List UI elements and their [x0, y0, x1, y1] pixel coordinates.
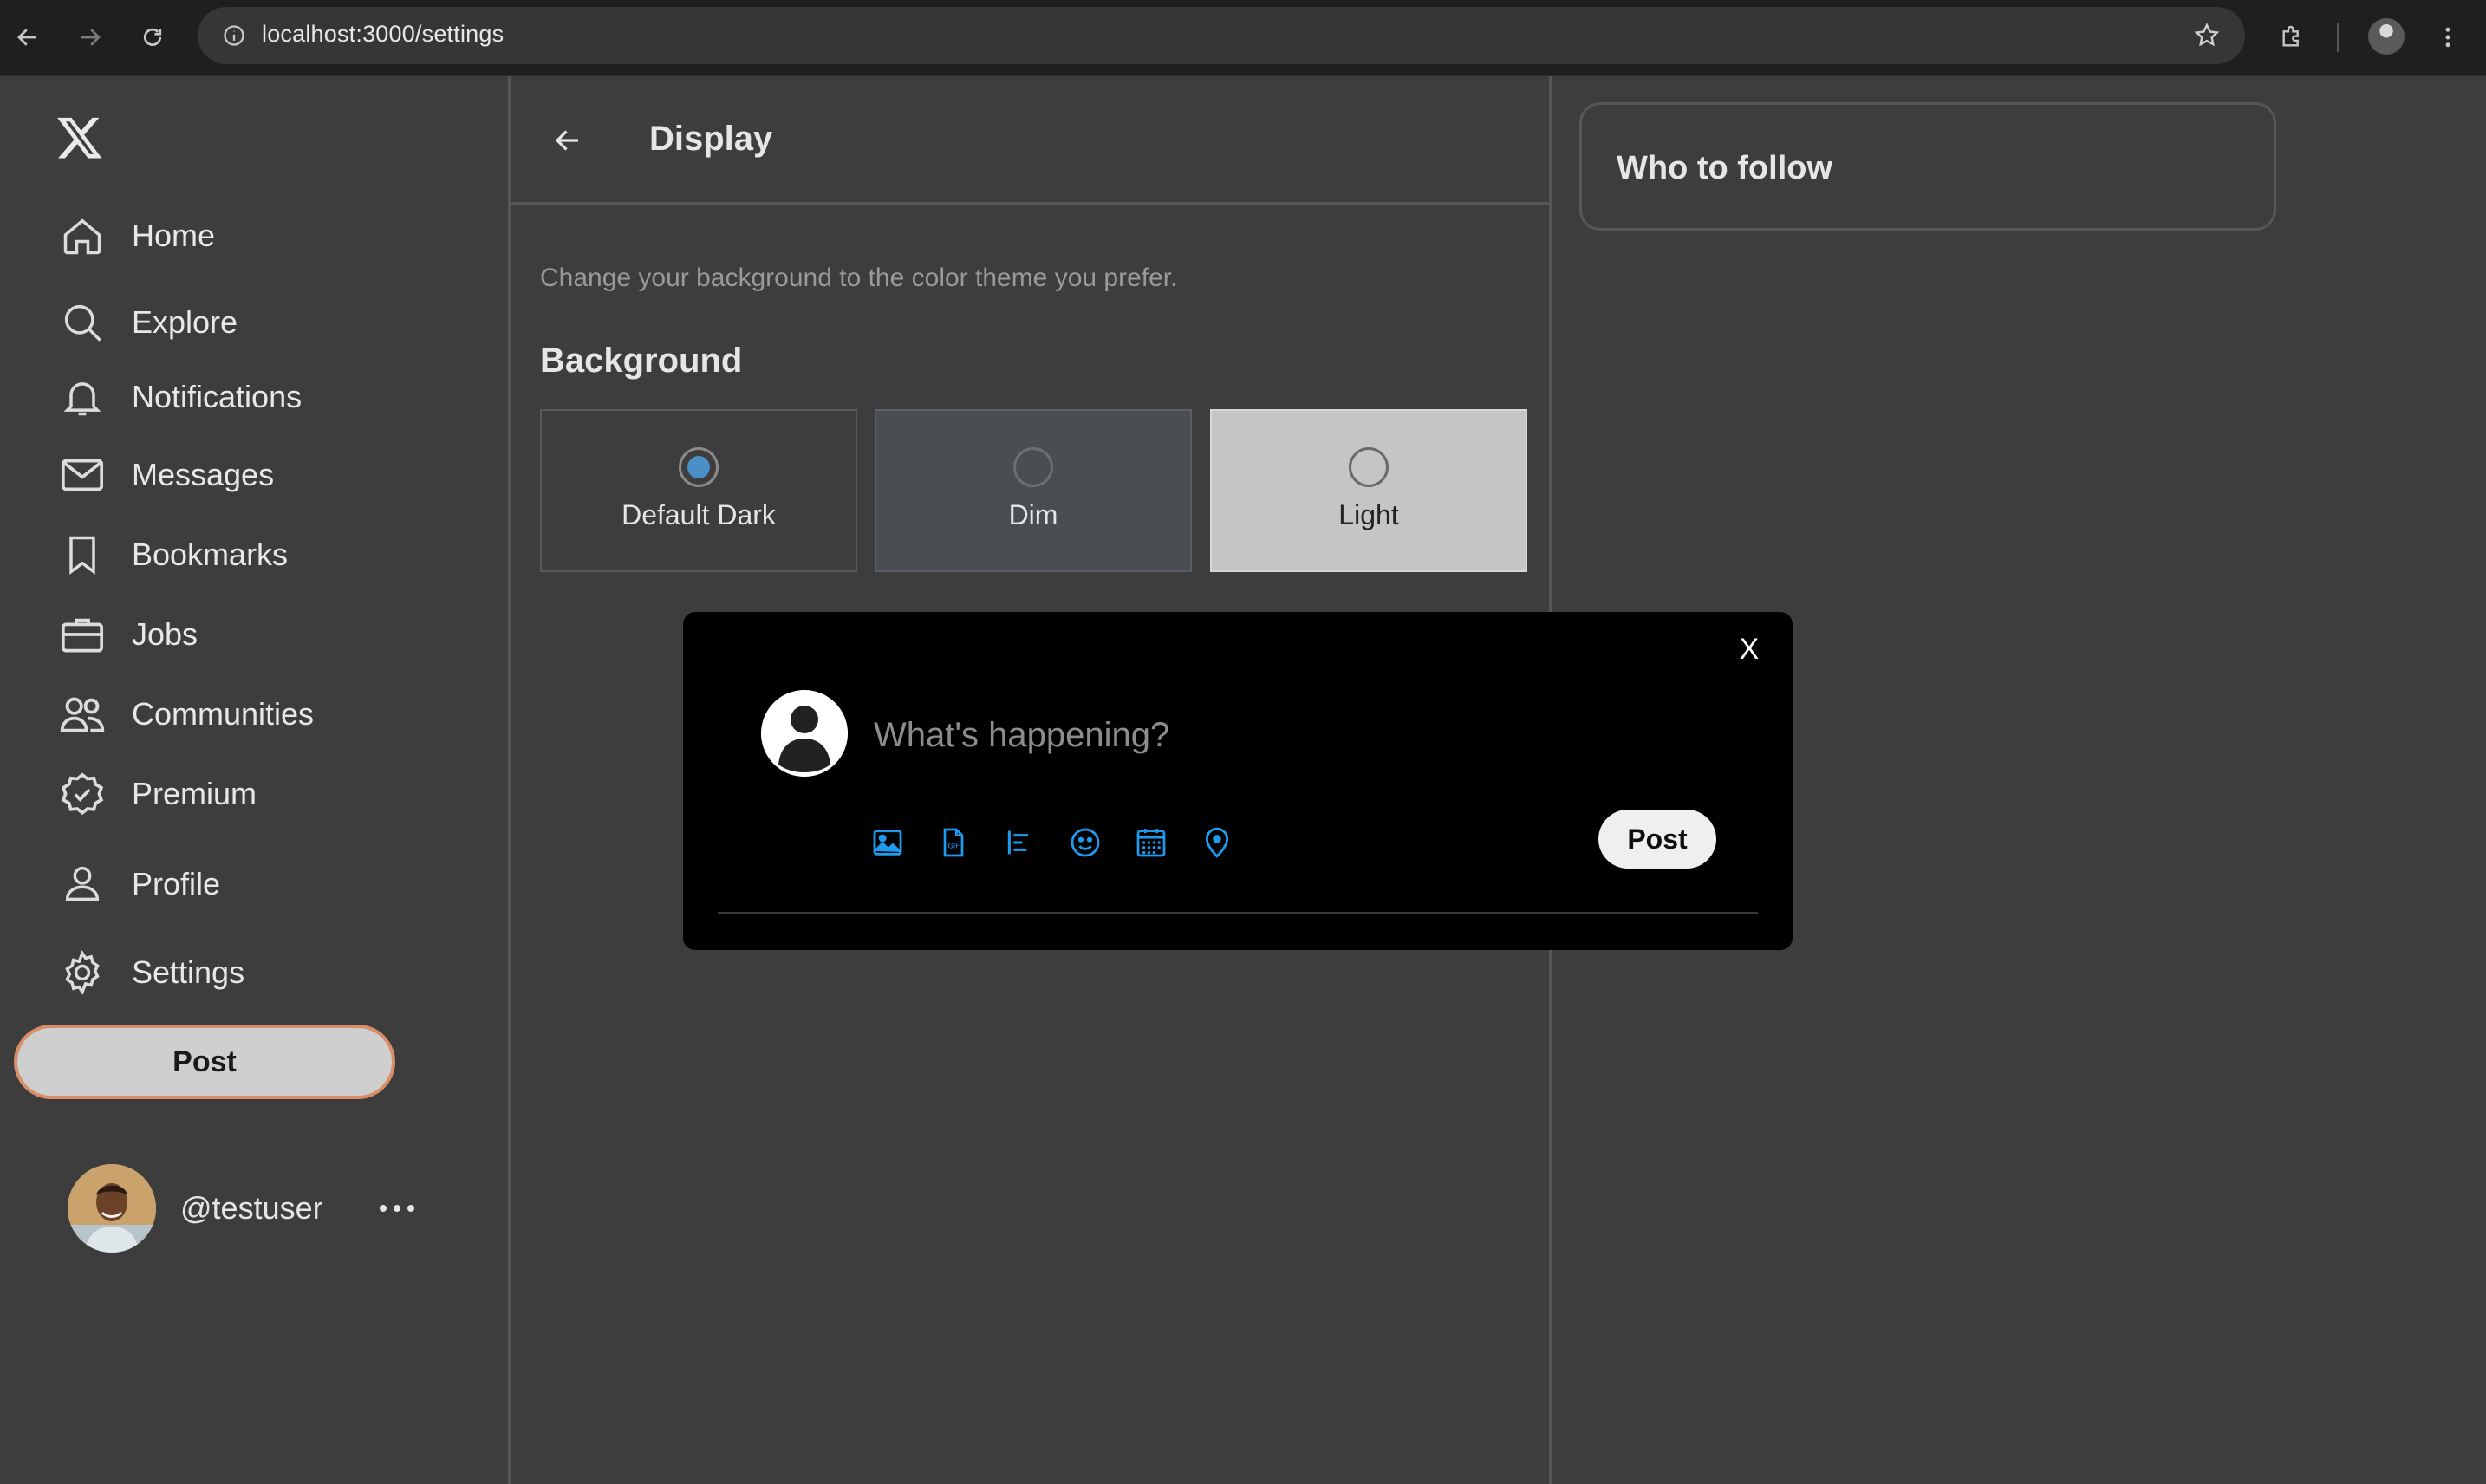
theme-label-default-dark: Default Dark — [622, 499, 776, 530]
schedule-icon[interactable] — [1130, 822, 1172, 863]
composer-toolbar: GIF — [867, 817, 1262, 869]
home-icon — [55, 209, 109, 263]
briefcase-icon — [55, 608, 109, 661]
image-icon[interactable] — [867, 822, 908, 863]
address-bar[interactable]: localhost:3000/settings — [198, 7, 2245, 64]
people-icon — [55, 687, 109, 741]
nav-label-premium: Premium — [132, 776, 257, 811]
nav-label-explore: Explore — [132, 304, 238, 340]
nav-item-explore[interactable]: Explore — [55, 288, 454, 357]
browser-toolbar: localhost:3000/settings — [0, 0, 2486, 76]
radio-default-dark[interactable] — [679, 447, 719, 487]
verified-badge-icon — [55, 767, 109, 821]
emoji-icon[interactable] — [1064, 822, 1106, 863]
nav-label-communities: Communities — [132, 696, 315, 732]
radio-light[interactable] — [1349, 447, 1389, 487]
url-text: localhost:3000/settings — [262, 21, 504, 47]
theme-label-light: Light — [1338, 499, 1399, 530]
gear-icon — [55, 946, 109, 999]
search-icon — [55, 296, 109, 349]
location-icon[interactable] — [1196, 822, 1238, 863]
theme-option-default-dark[interactable]: Default Dark — [540, 409, 857, 572]
nav-item-jobs[interactable]: Jobs — [55, 600, 454, 669]
extensions-icon[interactable] — [2273, 18, 2311, 56]
nav-item-premium[interactable]: Premium — [55, 759, 454, 829]
nav-item-home[interactable]: Home — [55, 201, 454, 270]
page-title: Display — [649, 120, 773, 158]
user-handle: @testuser — [180, 1190, 323, 1226]
nav-item-messages[interactable]: Messages — [55, 440, 454, 510]
who-to-follow-card: Who to follow — [1579, 102, 2276, 231]
gif-icon[interactable]: GIF — [933, 822, 974, 863]
page-header: Display — [511, 76, 1549, 205]
account-switcher[interactable]: @testuser — [68, 1163, 432, 1253]
nav-item-profile[interactable]: Profile — [55, 849, 454, 919]
close-modal-button[interactable]: X — [1728, 628, 1770, 671]
avatar — [68, 1164, 156, 1253]
bell-icon — [55, 370, 109, 424]
reload-icon[interactable] — [133, 18, 172, 56]
background-heading: Background — [540, 342, 743, 380]
compose-text-input[interactable] — [872, 704, 1569, 766]
radio-selected-dot — [687, 456, 710, 478]
nav-label-home: Home — [132, 218, 216, 253]
nav-item-settings[interactable]: Settings — [55, 938, 454, 1007]
nav-label-bookmarks: Bookmarks — [132, 537, 289, 572]
radio-dim[interactable] — [1013, 447, 1053, 487]
composer-avatar — [761, 690, 848, 777]
bookmark-star-icon[interactable] — [2188, 16, 2226, 55]
nav-label-messages: Messages — [132, 457, 275, 492]
envelope-icon — [55, 448, 109, 502]
more-horizontal-icon[interactable] — [373, 1191, 421, 1226]
settings-description: Change your background to the color them… — [540, 264, 1178, 292]
toolbar-divider — [2337, 23, 2339, 52]
nav-item-bookmarks[interactable]: Bookmarks — [55, 520, 454, 589]
bookmark-icon — [55, 528, 109, 582]
theme-option-light[interactable]: Light — [1210, 409, 1527, 572]
theme-label-dim: Dim — [1008, 499, 1058, 530]
left-sidebar: Home Explore Notifications Messages Book… — [0, 76, 508, 1484]
person-icon — [55, 857, 109, 911]
poll-icon[interactable] — [999, 822, 1040, 863]
svg-text:GIF: GIF — [947, 842, 960, 850]
theme-option-dim[interactable]: Dim — [875, 409, 1192, 572]
nav-item-communities[interactable]: Communities — [55, 680, 454, 749]
post-button[interactable]: Post — [14, 1025, 395, 1099]
nav-label-notifications: Notifications — [132, 379, 303, 414]
who-to-follow-title: Who to follow — [1617, 150, 1833, 186]
nav-label-jobs: Jobs — [132, 616, 198, 652]
forward-icon[interactable] — [71, 18, 109, 56]
nav-label-settings: Settings — [132, 954, 245, 990]
profile-avatar[interactable] — [2368, 18, 2405, 55]
nav-label-profile: Profile — [132, 866, 221, 901]
submit-post-button[interactable]: Post — [1598, 810, 1716, 869]
browser-menu-icon[interactable] — [2429, 18, 2467, 56]
compose-post-modal: X GIF Post — [683, 612, 1793, 950]
back-icon[interactable] — [9, 18, 47, 56]
nav-item-notifications[interactable]: Notifications — [55, 362, 454, 432]
x-logo-icon[interactable] — [55, 113, 111, 168]
site-info-icon[interactable] — [215, 16, 253, 55]
modal-divider — [718, 912, 1758, 914]
back-arrow-icon[interactable] — [543, 116, 592, 165]
